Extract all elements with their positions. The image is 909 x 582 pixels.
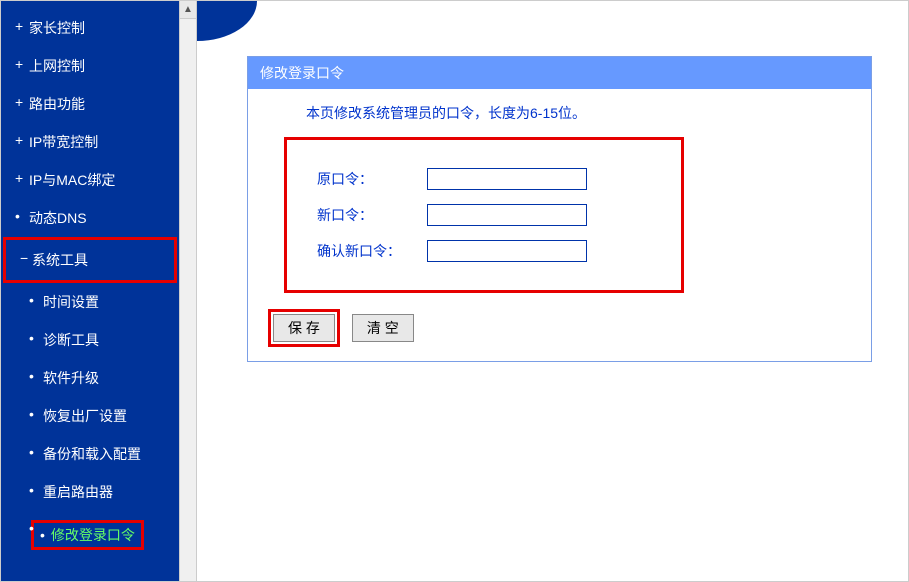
- sidebar-item-diagnostics[interactable]: 诊断工具: [1, 321, 179, 359]
- scroll-up-icon[interactable]: ▲: [180, 1, 196, 19]
- new-password-input[interactable]: [427, 204, 587, 226]
- sidebar: 家长控制 上网控制 路由功能 IP带宽控制 IP与MAC绑定 动态DNS 系统工…: [1, 1, 179, 581]
- sidebar-item-ip-mac-binding[interactable]: IP与MAC绑定: [1, 161, 179, 199]
- panel-title: 修改登录口令: [248, 57, 871, 89]
- sidebar-item-time-settings[interactable]: 时间设置: [1, 283, 179, 321]
- sidebar-item-factory-reset[interactable]: 恢复出厂设置: [1, 397, 179, 435]
- new-password-label: 新口令：: [317, 205, 427, 225]
- old-password-input[interactable]: [427, 168, 587, 190]
- sidebar-item-backup-restore[interactable]: 备份和载入配置: [1, 435, 179, 473]
- sidebar-item-firmware-upgrade[interactable]: 软件升级: [1, 359, 179, 397]
- highlight-box-change-password: • 修改登录口令: [31, 520, 144, 550]
- highlight-box-save: 保 存: [268, 309, 340, 347]
- sidebar-item-parental-control[interactable]: 家长控制: [1, 9, 179, 47]
- old-password-label: 原口令：: [317, 169, 427, 189]
- sidebar-item-ddns[interactable]: 动态DNS: [1, 199, 179, 237]
- clear-button[interactable]: 清 空: [352, 314, 414, 342]
- sidebar-item-routing[interactable]: 路由功能: [1, 85, 179, 123]
- panel-instruction: 本页修改系统管理员的口令，长度为6-15位。: [306, 103, 853, 123]
- save-button[interactable]: 保 存: [273, 314, 335, 342]
- sidebar-item-internet-control[interactable]: 上网控制: [1, 47, 179, 85]
- sidebar-scrollbar[interactable]: ▲: [179, 1, 197, 581]
- highlight-box-system-tools: 系统工具: [3, 237, 177, 283]
- sidebar-item-change-password-wrap: • 修改登录口令: [1, 511, 179, 559]
- main-content: 修改登录口令 本页修改系统管理员的口令，长度为6-15位。 原口令： 新口令：: [197, 1, 908, 581]
- highlight-box-form: 原口令： 新口令： 确认新口令：: [284, 137, 684, 293]
- bullet-icon: •: [40, 527, 45, 543]
- sidebar-item-change-password[interactable]: 修改登录口令: [51, 527, 135, 543]
- confirm-password-input[interactable]: [427, 240, 587, 262]
- confirm-password-label: 确认新口令：: [317, 241, 427, 261]
- sidebar-item-bandwidth[interactable]: IP带宽控制: [1, 123, 179, 161]
- sidebar-item-reboot[interactable]: 重启路由器: [1, 473, 179, 511]
- sidebar-item-system-tools[interactable]: 系统工具: [6, 241, 174, 279]
- change-password-panel: 修改登录口令 本页修改系统管理员的口令，长度为6-15位。 原口令： 新口令：: [247, 56, 872, 362]
